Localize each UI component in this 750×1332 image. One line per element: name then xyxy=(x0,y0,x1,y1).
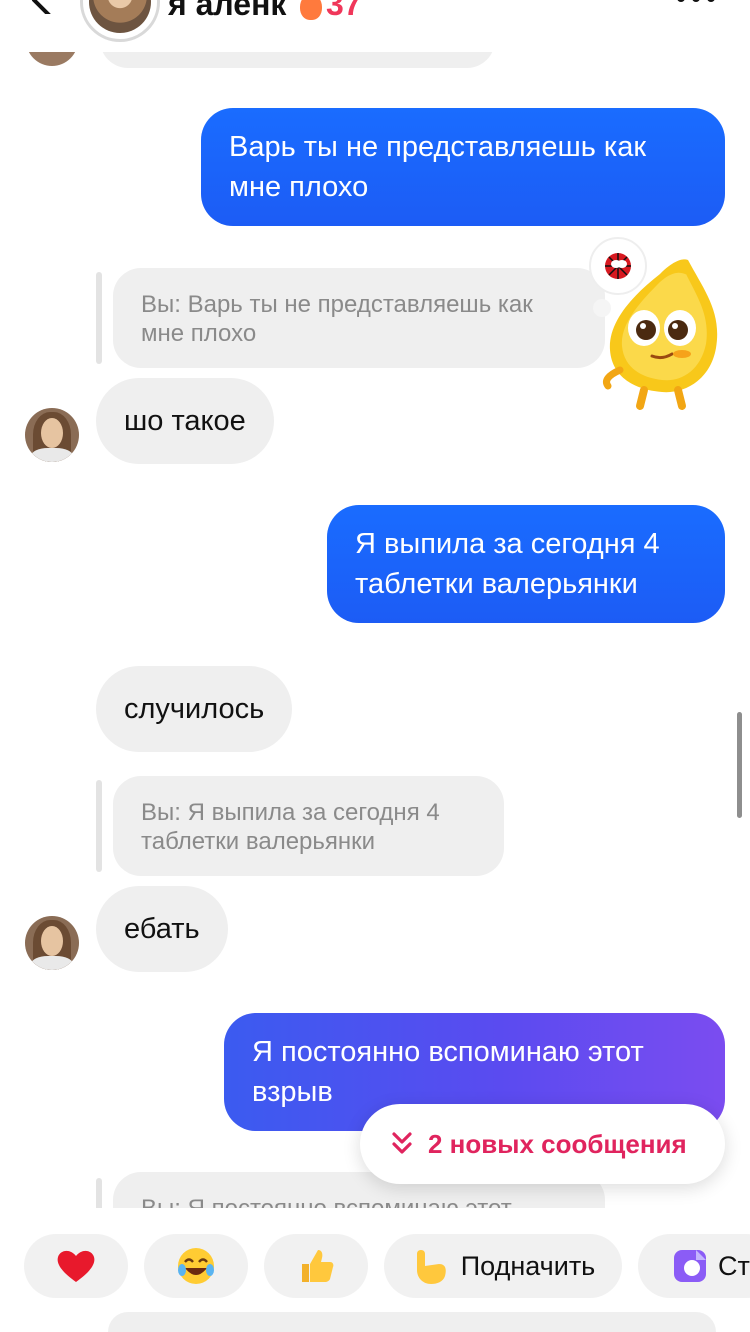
double-chevron-down-icon xyxy=(392,1132,412,1154)
quick-reply-thumbs-up[interactable] xyxy=(264,1234,368,1298)
quick-reply-heart[interactable] xyxy=(24,1234,128,1298)
sent-message-bubble[interactable]: Я выпила за сегодня 4 таблетки валерьянк… xyxy=(327,505,725,623)
quick-reply-nudge[interactable]: Подначить xyxy=(384,1234,622,1298)
reply-quote-text: Вы: Я выпила за сегодня 4 таблетки валер… xyxy=(141,799,440,855)
nudge-label: Подначить xyxy=(460,1250,596,1281)
scrollbar[interactable] xyxy=(737,712,742,818)
message-text: Я постоянно вспоминаю этот взрыв xyxy=(252,1036,644,1108)
received-message-bubble[interactable]: случилось xyxy=(96,666,293,752)
flame-icon xyxy=(300,0,322,20)
sticker-icon xyxy=(674,1250,706,1282)
reply-indicator-bar xyxy=(96,272,102,364)
quick-reply-laugh[interactable] xyxy=(144,1234,248,1298)
message-text: шо такое xyxy=(124,405,246,437)
received-message-bubble[interactable]: шо такое xyxy=(96,378,274,464)
streak-badge: 37 xyxy=(300,0,362,23)
back-arrow-icon[interactable] xyxy=(28,0,60,14)
sent-message-bubble[interactable]: Варь ты не представляешь как мне плохо xyxy=(201,108,725,226)
new-messages-button[interactable]: 2 новых сообщения xyxy=(360,1104,725,1184)
pointing-hand-icon xyxy=(416,1250,446,1284)
quick-reply-bar: Подначить Ст xyxy=(0,1208,750,1332)
quick-reply-sticker[interactable]: Ст xyxy=(638,1234,750,1298)
new-messages-label: 2 новых сообщения xyxy=(428,1128,687,1159)
reply-quote-bubble[interactable]: Вы: Я выпила за сегодня 4 таблетки валер… xyxy=(113,776,504,876)
reply-quote-text: Вы: Варь ты не представляешь как мне пло… xyxy=(141,291,533,347)
header-avatar[interactable] xyxy=(80,0,160,42)
contact-name[interactable]: я аленк xyxy=(168,0,286,23)
streak-count: 37 xyxy=(326,0,362,22)
message-composer-input[interactable] xyxy=(108,1312,716,1332)
message-text: случилось xyxy=(124,693,265,725)
laughing-face-icon xyxy=(178,1248,214,1284)
message-text: Варь ты не представляешь как мне плохо xyxy=(229,131,647,203)
message-text: Я выпила за сегодня 4 таблетки валерьянк… xyxy=(355,528,660,600)
more-options-icon[interactable] xyxy=(676,0,716,4)
contact-avatar[interactable] xyxy=(25,916,79,970)
sticker-label: Ст xyxy=(718,1250,750,1281)
chat-header: я аленк 37 xyxy=(0,0,750,52)
mascot-sticker-icon[interactable] xyxy=(582,232,734,412)
heart-icon xyxy=(57,1250,95,1282)
received-message-bubble[interactable]: ебать xyxy=(96,886,228,972)
reply-quote-bubble[interactable]: Вы: Варь ты не представляешь как мне пло… xyxy=(113,268,605,368)
contact-avatar[interactable] xyxy=(25,408,79,462)
message-text: ебать xyxy=(124,913,200,945)
thumbs-up-icon xyxy=(302,1250,334,1282)
reply-indicator-bar xyxy=(96,780,102,872)
